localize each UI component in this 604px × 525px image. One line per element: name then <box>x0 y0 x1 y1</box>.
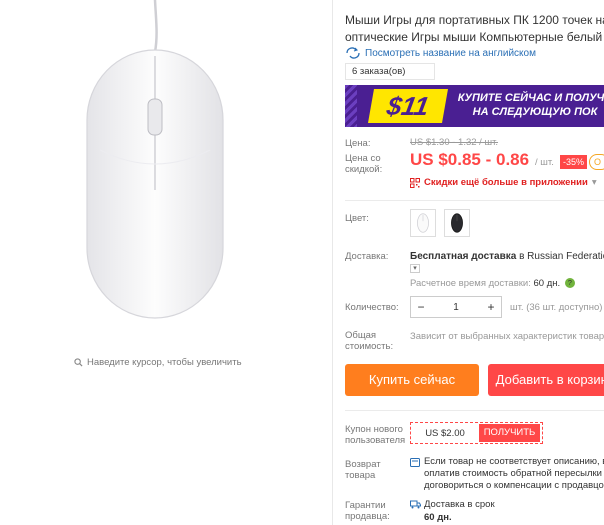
returns-line1: Если товар не соответствует описанию, в <box>424 456 604 467</box>
guarantee-label: Гарантии продавца: <box>345 500 390 522</box>
guarantee-label-line2: продавца: <box>345 511 390 522</box>
add-to-cart-button[interactable]: Добавить в корзину <box>488 364 604 396</box>
total-label-line2: стоимость: <box>345 341 394 352</box>
discount-price-label-line2: скидкой: <box>345 164 383 175</box>
product-details: Мыши Игры для портативных ПК 1200 точек … <box>345 0 604 525</box>
returns-label: Возврат товара <box>345 459 381 481</box>
new-user-coupon: US $2.00 ПОЛУЧИТЬ <box>410 422 543 444</box>
divider <box>345 200 604 201</box>
buy-now-button[interactable]: Купить сейчас <box>345 364 479 396</box>
color-label: Цвет: <box>345 213 369 224</box>
help-icon[interactable]: ? <box>564 278 575 289</box>
sale-price: US $0.85 - 0.86 <box>410 150 530 169</box>
coupon-label-line2: пользователя <box>345 435 406 446</box>
returns-label-line2: товара <box>345 470 376 481</box>
get-coupon-button[interactable]: ПОЛУЧИТЬ <box>479 424 540 442</box>
returns-label-line1: Возврат <box>345 459 381 470</box>
product-title-line2: оптические Игры мыши Компьютерные белый … <box>345 30 604 44</box>
product-image[interactable] <box>60 0 250 335</box>
shipping-dropdown[interactable]: ▾ <box>410 264 420 273</box>
quantity-increase-button[interactable]: + <box>481 300 501 314</box>
shipping-method: Бесплатная доставка в Russian Federation <box>410 251 604 262</box>
app-discount-text[interactable]: Скидки ещё больше в приложении <box>424 177 588 188</box>
eta-value: 60 дн. <box>533 278 561 289</box>
promo-line1: КУПИТЕ СЕЙЧАС И ПОЛУЧИ <box>457 92 604 104</box>
promo-text: КУПИТЕ СЕЙЧАС И ПОЛУЧИ НА СЛЕДУЮЩУЮ ПОК <box>455 91 604 119</box>
product-title-line1: Мыши Игры для портативных ПК 1200 точек … <box>345 13 604 27</box>
shipping-destination: в Russian Federation <box>519 251 604 262</box>
orders-count: 6 заказа(ов) <box>345 63 435 80</box>
black-mouse-thumb <box>451 213 463 233</box>
quantity-label: Количество: <box>345 302 399 313</box>
qr-code-icon <box>410 177 420 188</box>
quantity-stepper: − 1 + <box>410 296 502 318</box>
magnifier-icon <box>74 358 83 367</box>
coupon-label-line1: Купон нового <box>345 424 403 435</box>
price-label: Цена: <box>345 138 371 149</box>
translate-icon <box>346 47 360 59</box>
total-note: Зависит от выбранных характеристик товар… <box>410 331 604 342</box>
returns-line2: оплатив стоимость обратной пересылки <box>424 468 602 479</box>
eta-label: Расчетное время доставки: <box>410 278 534 289</box>
total-label: Общая стоимость: <box>345 330 393 352</box>
color-option-white[interactable] <box>410 209 436 237</box>
quantity-availability: шт. (36 шт. доступно) <box>510 302 603 313</box>
product-title: Мыши Игры для портативных ПК 1200 точек … <box>345 12 604 46</box>
shipping-label: Доставка: <box>345 251 389 262</box>
translate-link[interactable]: Посмотреть название на английском <box>345 47 536 59</box>
zoom-hint: Наведите курсор, чтобы увеличить <box>74 357 242 368</box>
returns-policy: Если товар не соответствует описанию, в … <box>424 456 604 492</box>
promo-line2: НА СЛЕДУЮЩУЮ ПОК <box>472 106 598 118</box>
divider <box>345 410 604 411</box>
guarantee-days: 60 дн. <box>424 512 452 523</box>
returns-line3: договориться о компенсации с продавцо <box>424 480 604 491</box>
promo-amount: $11 <box>368 89 448 123</box>
white-mouse-thumb <box>417 213 429 233</box>
total-label-line1: Общая <box>345 330 377 341</box>
old-price: US $1.30 - 1.32 / шт. <box>410 137 499 148</box>
quantity-decrease-button[interactable]: − <box>411 300 431 314</box>
discount-price-label-line1: Цена со <box>345 153 381 164</box>
column-divider <box>332 0 333 525</box>
product-gallery: Наведите курсор, чтобы увеличить <box>0 0 332 525</box>
price-unit: / шт. <box>535 157 554 168</box>
app-discount-link[interactable]: Скидки ещё больше в приложении ▾ <box>410 177 597 188</box>
quantity-input[interactable]: 1 <box>431 302 481 313</box>
guarantee-label-line1: Гарантии <box>345 500 386 511</box>
chevron-down-icon: ▾ <box>591 177 597 188</box>
translate-link-text[interactable]: Посмотреть название на английском <box>365 48 536 59</box>
promo-banner[interactable]: $11 КУПИТЕ СЕЙЧАС И ПОЛУЧИ НА СЛЕДУЮЩУЮ … <box>345 85 604 127</box>
shipping-free: Бесплатная доставка <box>410 251 517 262</box>
guarantee-delivery: Доставка в срок <box>424 499 495 510</box>
extra-badge[interactable]: О <box>589 154 604 170</box>
coupon-value: US $2.00 <box>425 427 465 439</box>
truck-icon <box>410 500 421 509</box>
coupon-label: Купон нового пользователя <box>345 424 405 446</box>
promo-stripe <box>345 85 357 127</box>
zoom-hint-text: Наведите курсор, чтобы увеличить <box>87 357 242 368</box>
returns-icon <box>410 458 420 467</box>
color-option-black[interactable] <box>444 209 470 237</box>
discount-price-label: Цена со скидкой: <box>345 153 382 175</box>
discount-badge: -35% <box>560 155 588 169</box>
guarantee-text: Доставка в срок 60 дн. <box>424 498 495 524</box>
delivery-estimate: Расчетное время доставки: 60 дн. ? <box>410 278 575 289</box>
